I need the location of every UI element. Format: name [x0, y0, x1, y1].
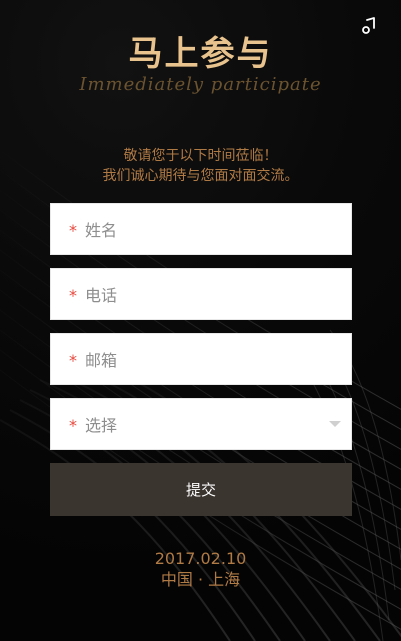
music-note-icon: [360, 17, 378, 39]
page-subtitle: Immediately participate: [79, 74, 322, 95]
chevron-down-icon: [329, 421, 341, 427]
required-asterisk: *: [69, 351, 77, 370]
required-asterisk: *: [69, 221, 77, 240]
required-asterisk: *: [69, 416, 77, 435]
submit-button[interactable]: 提交: [50, 463, 352, 516]
intro-line-1: 敬请您于以下时间莅临！: [123, 148, 278, 164]
required-asterisk: *: [69, 286, 77, 305]
email-field-label: 邮箱: [85, 351, 118, 370]
email-field[interactable]: * 邮箱: [50, 333, 352, 385]
intro-line-2: 我们诚心期待与您面对面交流。: [102, 168, 299, 184]
event-location: 中国 · 上海: [160, 570, 241, 589]
registration-form: * 姓名 * 电话 * 邮箱 * 选择 提交: [50, 203, 352, 516]
name-field[interactable]: * 姓名: [50, 203, 352, 255]
event-info: 2017.02.10 中国 · 上海: [0, 548, 401, 590]
music-toggle-button[interactable]: [359, 17, 379, 39]
intro-text: 敬请您于以下时间莅临！ 我们诚心期待与您面对面交流。: [0, 146, 401, 186]
choice-select[interactable]: * 选择: [50, 398, 352, 450]
choice-select-label: 选择: [85, 416, 118, 435]
phone-field[interactable]: * 电话: [50, 268, 352, 320]
event-date: 2017.02.10: [154, 549, 247, 568]
name-field-label: 姓名: [85, 221, 118, 240]
page-title: 马上参与: [128, 34, 273, 74]
header: 马上参与 Immediately participate: [0, 32, 401, 96]
page: 马上参与 Immediately participate 敬请您于以下时间莅临！…: [0, 0, 401, 641]
phone-field-label: 电话: [85, 286, 118, 305]
